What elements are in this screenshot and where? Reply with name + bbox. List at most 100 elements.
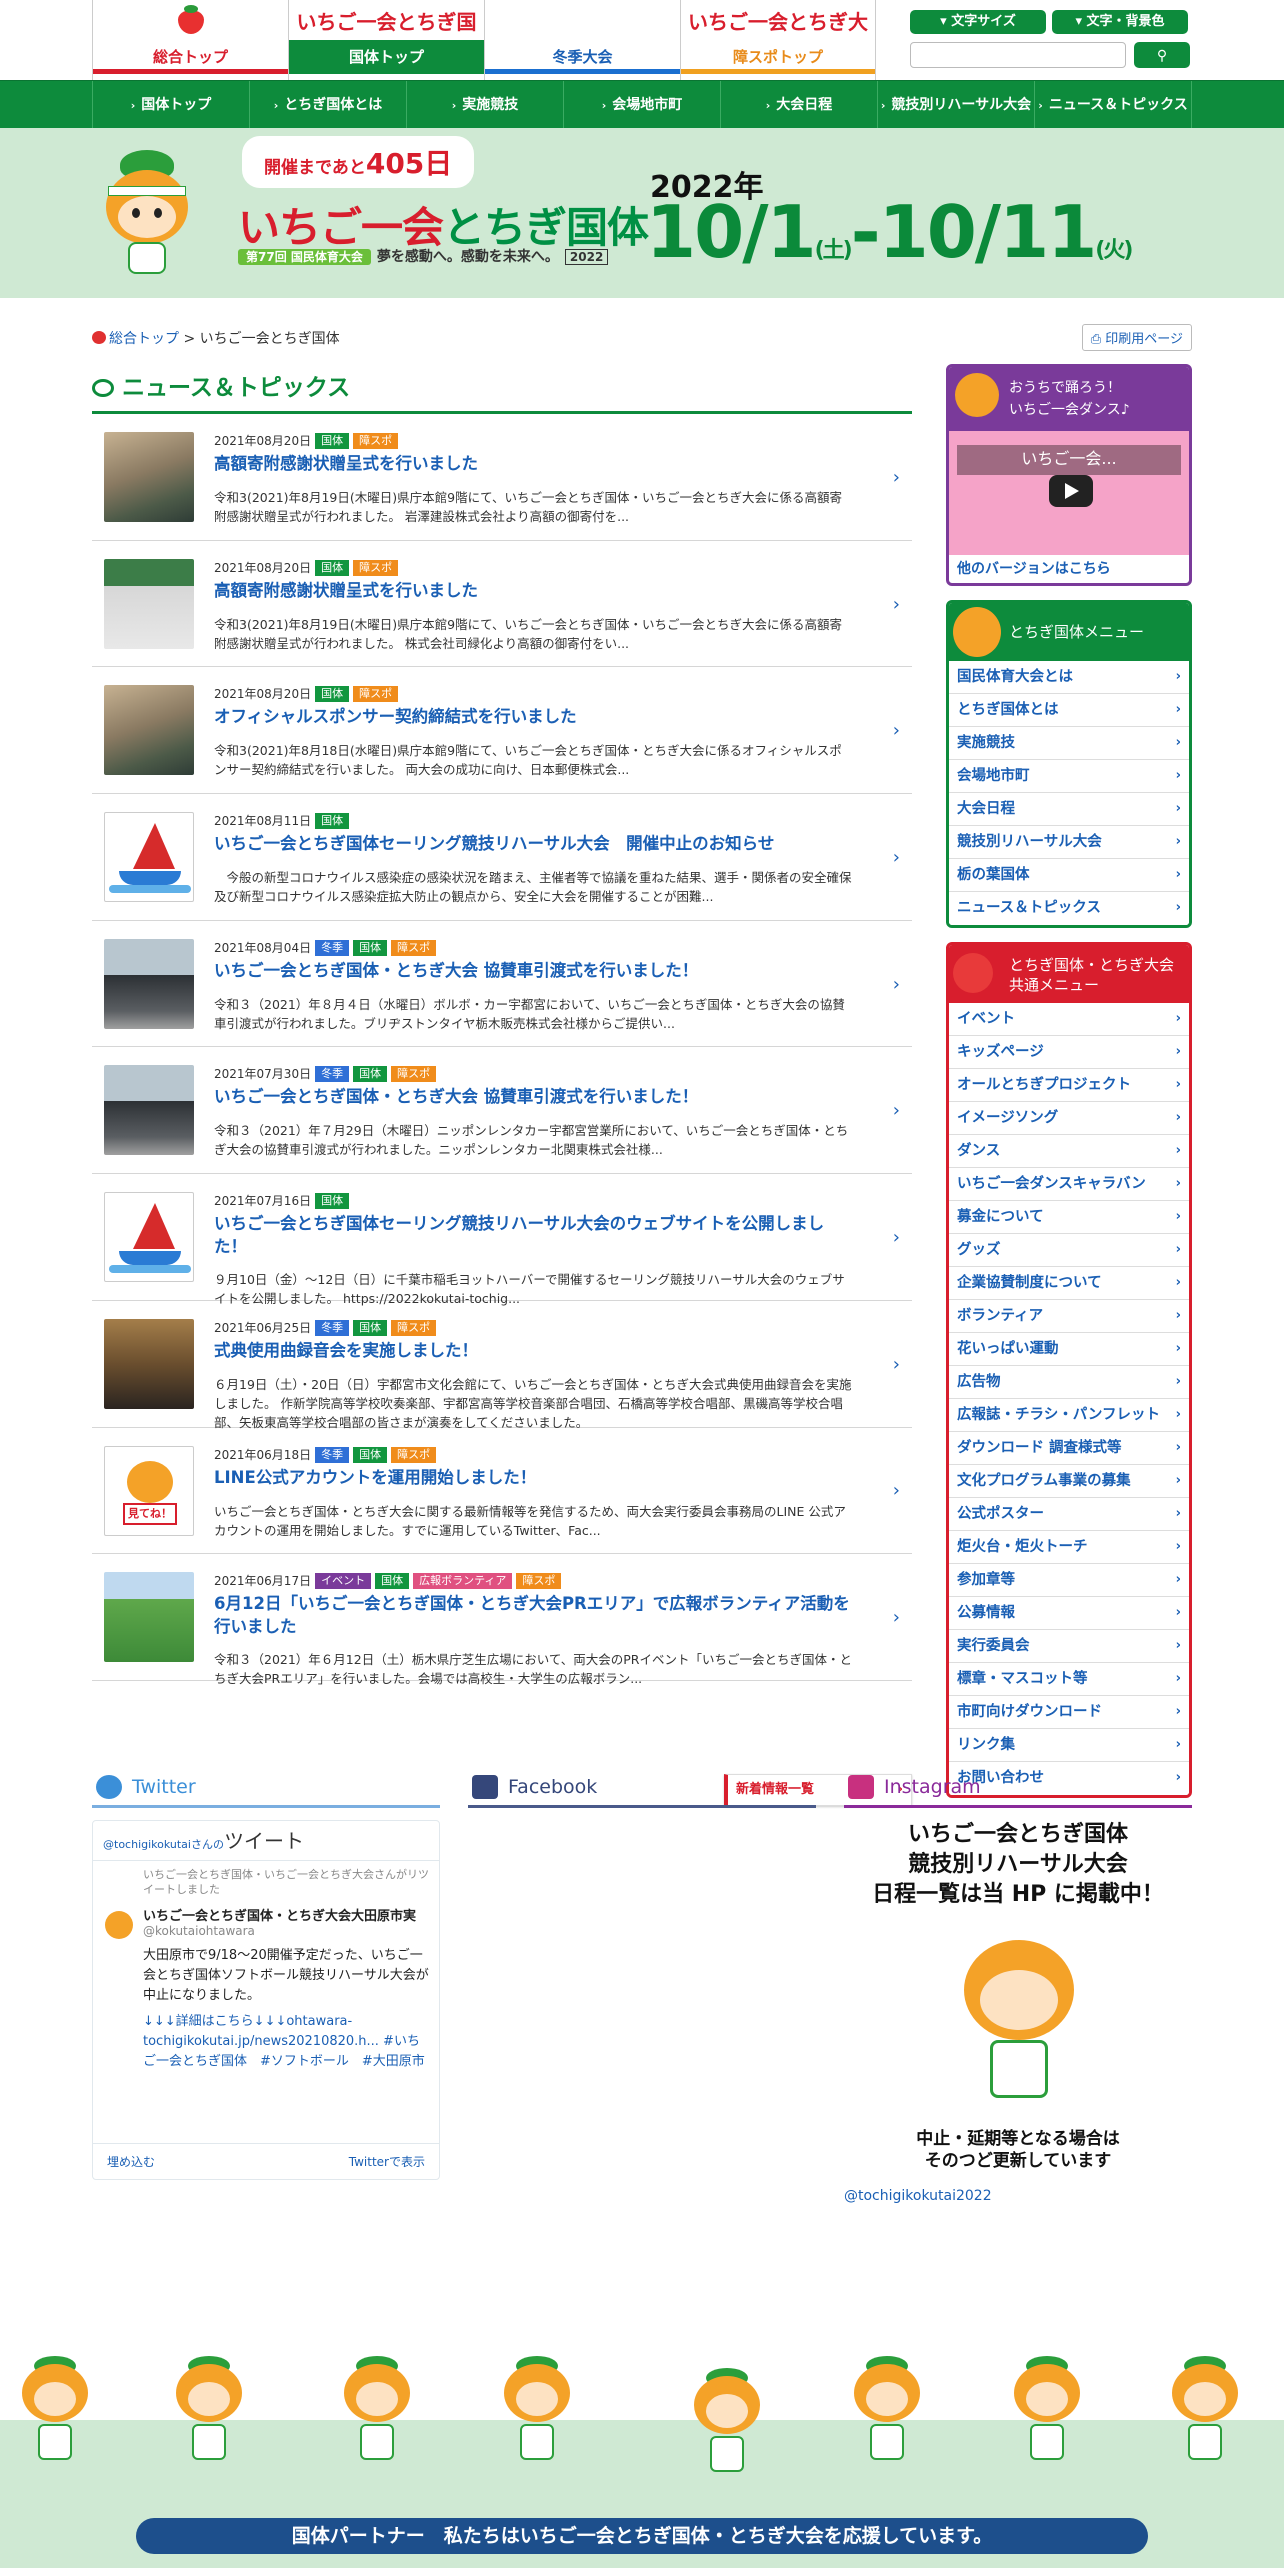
sidebar-menu-item[interactable]: いちご一会ダンスキャラバン › [949,1168,1189,1201]
sidebar-menu-item[interactable]: とちぎ国体とは › [949,694,1189,727]
partner-banner[interactable]: 国体パートナー 私たちはいちご一会とちぎ国体・とちぎ大会を応援しています。 [136,2518,1148,2554]
news-item[interactable]: 2021年08月11日 国体 いちご一会とちぎ国体セーリング競技リハーサル大会 開催… [92,794,912,921]
news-item[interactable]: 2021年07月30日 冬季 国体 障スポ いちご一会とちぎ国体・とちぎ大会 協賛車引渡… [92,1047,912,1175]
font-size-button[interactable]: ▾ 文字サイズ [910,10,1046,34]
news-title[interactable]: 式典使用曲録音会を実施しました！ [214,1339,854,1362]
news-title[interactable]: いちご一会とちぎ国体セーリング競技リハーサル大会のウェブサイトを公開しました！ [214,1212,854,1258]
search-icon: ⚲ [1156,46,1168,63]
chevron-right-icon: › [880,99,886,112]
nav-item[interactable]: › ニュース＆トピックス [1034,81,1192,129]
sidebar-menu-item[interactable]: 公募情報 › [949,1597,1189,1630]
news-item[interactable]: 2021年06月17日 イベント 国体 広報ボランティア 障スポ 6月12日「いちご一会と… [92,1554,912,1686]
nav-item[interactable]: › 大会日程 [720,81,877,129]
color-button[interactable]: ▾ 文字・背景色 [1052,10,1188,34]
print-page-button[interactable]: ⎙ 印刷用ページ [1081,324,1192,351]
kokutai-menu-title: とちぎ国体メニュー [1009,623,1145,641]
news-item[interactable]: 2021年08月04日 冬季 国体 障スポ いちご一会とちぎ国体・とちぎ大会 協賛車引渡… [92,921,912,1048]
tab-kokutai-top[interactable]: いちご一会とちぎ国体 国体トップ [288,0,484,80]
dance-other-versions-link[interactable]: 他のバージョンはこちら › [949,561,1111,577]
tweet-link[interactable]: ↓↓↓詳細はこちら↓↓↓ohtawara-tochigikokutai.jp/n… [93,2006,439,2072]
nav-item[interactable]: › 会場地市町 [563,81,720,129]
sidebar-menu-item[interactable]: 花いっぱい運動 › [949,1333,1189,1366]
tweet-author-name[interactable]: いちご一会とちぎ国体・とちぎ大会大田原市実 [93,1897,439,1924]
breadcrumb-home-link[interactable]: 総合トップ [109,331,179,347]
news-title[interactable]: 6月12日「いちご一会とちぎ国体・とちぎ大会PRエリア」で広報ボランティア活動を… [214,1592,854,1638]
sidebar-menu-item[interactable]: 競技別リハーサル大会 › [949,826,1189,859]
sidebar-menu-item[interactable]: リンク集 › [949,1729,1189,1762]
sidebar-menu-item[interactable]: イメージソング › [949,1102,1189,1135]
chevron-right-icon[interactable]: › [893,1480,900,1501]
sidebar-menu-item[interactable]: 標章・マスコット等 › [949,1663,1189,1696]
sidebar-menu-item[interactable]: キッズページ › [949,1036,1189,1069]
news-item[interactable]: 2021年08月20日 国体 障スポ 高額寄附感謝状贈呈式を行いました 令和3(2021… [92,414,912,541]
sidebar-menu-item[interactable]: 募金について › [949,1201,1189,1234]
play-icon[interactable] [1049,475,1093,507]
chevron-right-icon[interactable]: › [893,974,900,995]
news-item[interactable]: 見てね！ 2021年06月18日 冬季 国体 障スポ LINE公式アカウントを運用開始しま… [92,1428,912,1555]
chevron-right-icon[interactable]: › [893,594,900,615]
news-title[interactable]: いちご一会とちぎ国体・とちぎ大会 協賛車引渡式を行いました！ [214,1085,854,1108]
sidebar-menu-item[interactable]: 大会日程 › [949,793,1189,826]
news-title[interactable]: オフィシャルスポンサー契約締結式を行いました [214,705,854,728]
sidebar-menu-item[interactable]: 広告物 › [949,1366,1189,1399]
sidebar-menu-item[interactable]: ボランティア › [949,1300,1189,1333]
nav-item[interactable]: › 実施競技 [406,81,563,129]
sidebar-menu-item[interactable]: 実行委員会 › [949,1630,1189,1663]
sidebar-menu-item[interactable]: 企業協賛制度について › [949,1267,1189,1300]
sidebar-menu-item[interactable]: 公式ポスター › [949,1498,1189,1531]
nav-item[interactable]: › とちぎ国体とは [249,81,406,129]
tab-shosupo-top[interactable]: いちご一会とちぎ大会 障スポトップ [680,0,876,80]
tab-winter[interactable]: 冬季大会 [484,0,680,80]
news-title[interactable]: いちご一会とちぎ国体セーリング競技リハーサル大会 開催中止のお知らせ [214,832,854,855]
news-item[interactable]: 2021年07月16日 国体 いちご一会とちぎ国体セーリング競技リハーサル大会のウェ… [92,1174,912,1306]
nav-item[interactable]: › 国体トップ [92,81,249,129]
news-title[interactable]: いちご一会とちぎ国体・とちぎ大会 協賛車引渡式を行いました！ [214,959,854,982]
avatar[interactable] [105,1911,133,1939]
sidebar-menu-item[interactable]: 市町向けダウンロード › [949,1696,1189,1729]
news-title[interactable]: 高額寄附感謝状贈呈式を行いました [214,452,854,475]
sidebar-menu-item[interactable]: 実施競技 › [949,727,1189,760]
view-on-twitter-link[interactable]: Twitterで表示 [349,2144,425,2179]
news-title[interactable]: 高額寄附感謝状贈呈式を行いました [214,579,854,602]
sidebar-menu-item[interactable]: 参加章等 › [949,1564,1189,1597]
instagram-post[interactable]: いちご一会とちぎ国体 競技別リハーサル大会 日程一覧は当 HP に掲載中！ 中止… [844,1820,1192,2180]
nav-item[interactable]: › 競技別リハーサル大会 [877,81,1034,129]
sidebar-menu-item[interactable]: オールとちぎプロジェクト › [949,1069,1189,1102]
news-item[interactable]: 2021年06月25日 冬季 国体 障スポ 式典使用曲録音会を実施しました！ ６月19日（… [92,1301,912,1430]
sidebar-menu-item[interactable]: ダンス › [949,1135,1189,1168]
chevron-right-icon[interactable]: › [893,1354,900,1375]
menu-item-label: 企業協賛制度について [957,1275,1102,1291]
sidebar-menu-item[interactable]: グッズ › [949,1234,1189,1267]
sidebar-menu-item[interactable]: 栃の葉国体 › [949,859,1189,892]
search-input[interactable] [910,42,1126,68]
chevron-right-icon[interactable]: › [893,1227,900,1248]
news-item[interactable]: 2021年08月20日 国体 障スポ オフィシャルスポンサー契約締結式を行いました 令和… [92,667,912,795]
menu-item-label: ボランティア [957,1308,1044,1324]
news-item[interactable]: 2021年08月20日 国体 障スポ 高額寄附感謝状贈呈式を行いました 令和3(2021… [92,541,912,668]
sidebar-menu-item[interactable]: 文化プログラム事業の募集 › [949,1465,1189,1498]
sidebar-menu-item[interactable]: ニュース＆トピックス › [949,892,1189,925]
chevron-right-icon[interactable]: › [893,720,900,741]
sidebar-menu-item[interactable]: イベント › [949,1003,1189,1036]
search-button[interactable]: ⚲ [1134,42,1190,68]
chevron-right-icon[interactable]: › [893,1607,900,1628]
sidebar-menu-item[interactable]: 広報誌・チラシ・パンフレット › [949,1399,1189,1432]
news-thumbnail [104,432,194,522]
chevron-right-icon[interactable]: › [893,1100,900,1121]
tab-sogo-top[interactable]: 総合トップ [92,0,288,80]
sidebar-menu-item[interactable]: 会場地市町 › [949,760,1189,793]
news-list: 2021年08月20日 国体 障スポ 高額寄附感謝状贈呈式を行いました 令和3(2021… [92,414,912,1686]
tw-account[interactable]: @tochigikokutai [103,1838,191,1851]
dance-video[interactable]: いちご一会... [949,431,1189,555]
nav-label: 競技別リハーサル大会 [891,97,1032,113]
embed-link[interactable]: 埋め込む [107,2155,155,2169]
chevron-right-icon[interactable]: › [893,847,900,868]
dance-link-text: 他のバージョンはこちら [957,561,1111,577]
chevron-right-icon[interactable]: › [893,467,900,488]
sidebar-menu-item[interactable]: 国民体育大会とは › [949,661,1189,694]
news-title[interactable]: LINE公式アカウントを運用開始しました！ [214,1466,854,1489]
ig-account-link[interactable]: @tochigikokutai2022 [844,2188,1192,2204]
sidebar-menu-item[interactable]: ダウンロード 調査様式等 › [949,1432,1189,1465]
sidebar-menu-item[interactable]: 炬火台・炬火トーチ › [949,1531,1189,1564]
twitter-timeline[interactable]: @tochigikokutaiさんのツイート いちご一会とちぎ国体・いちご一会と… [92,1820,440,2180]
